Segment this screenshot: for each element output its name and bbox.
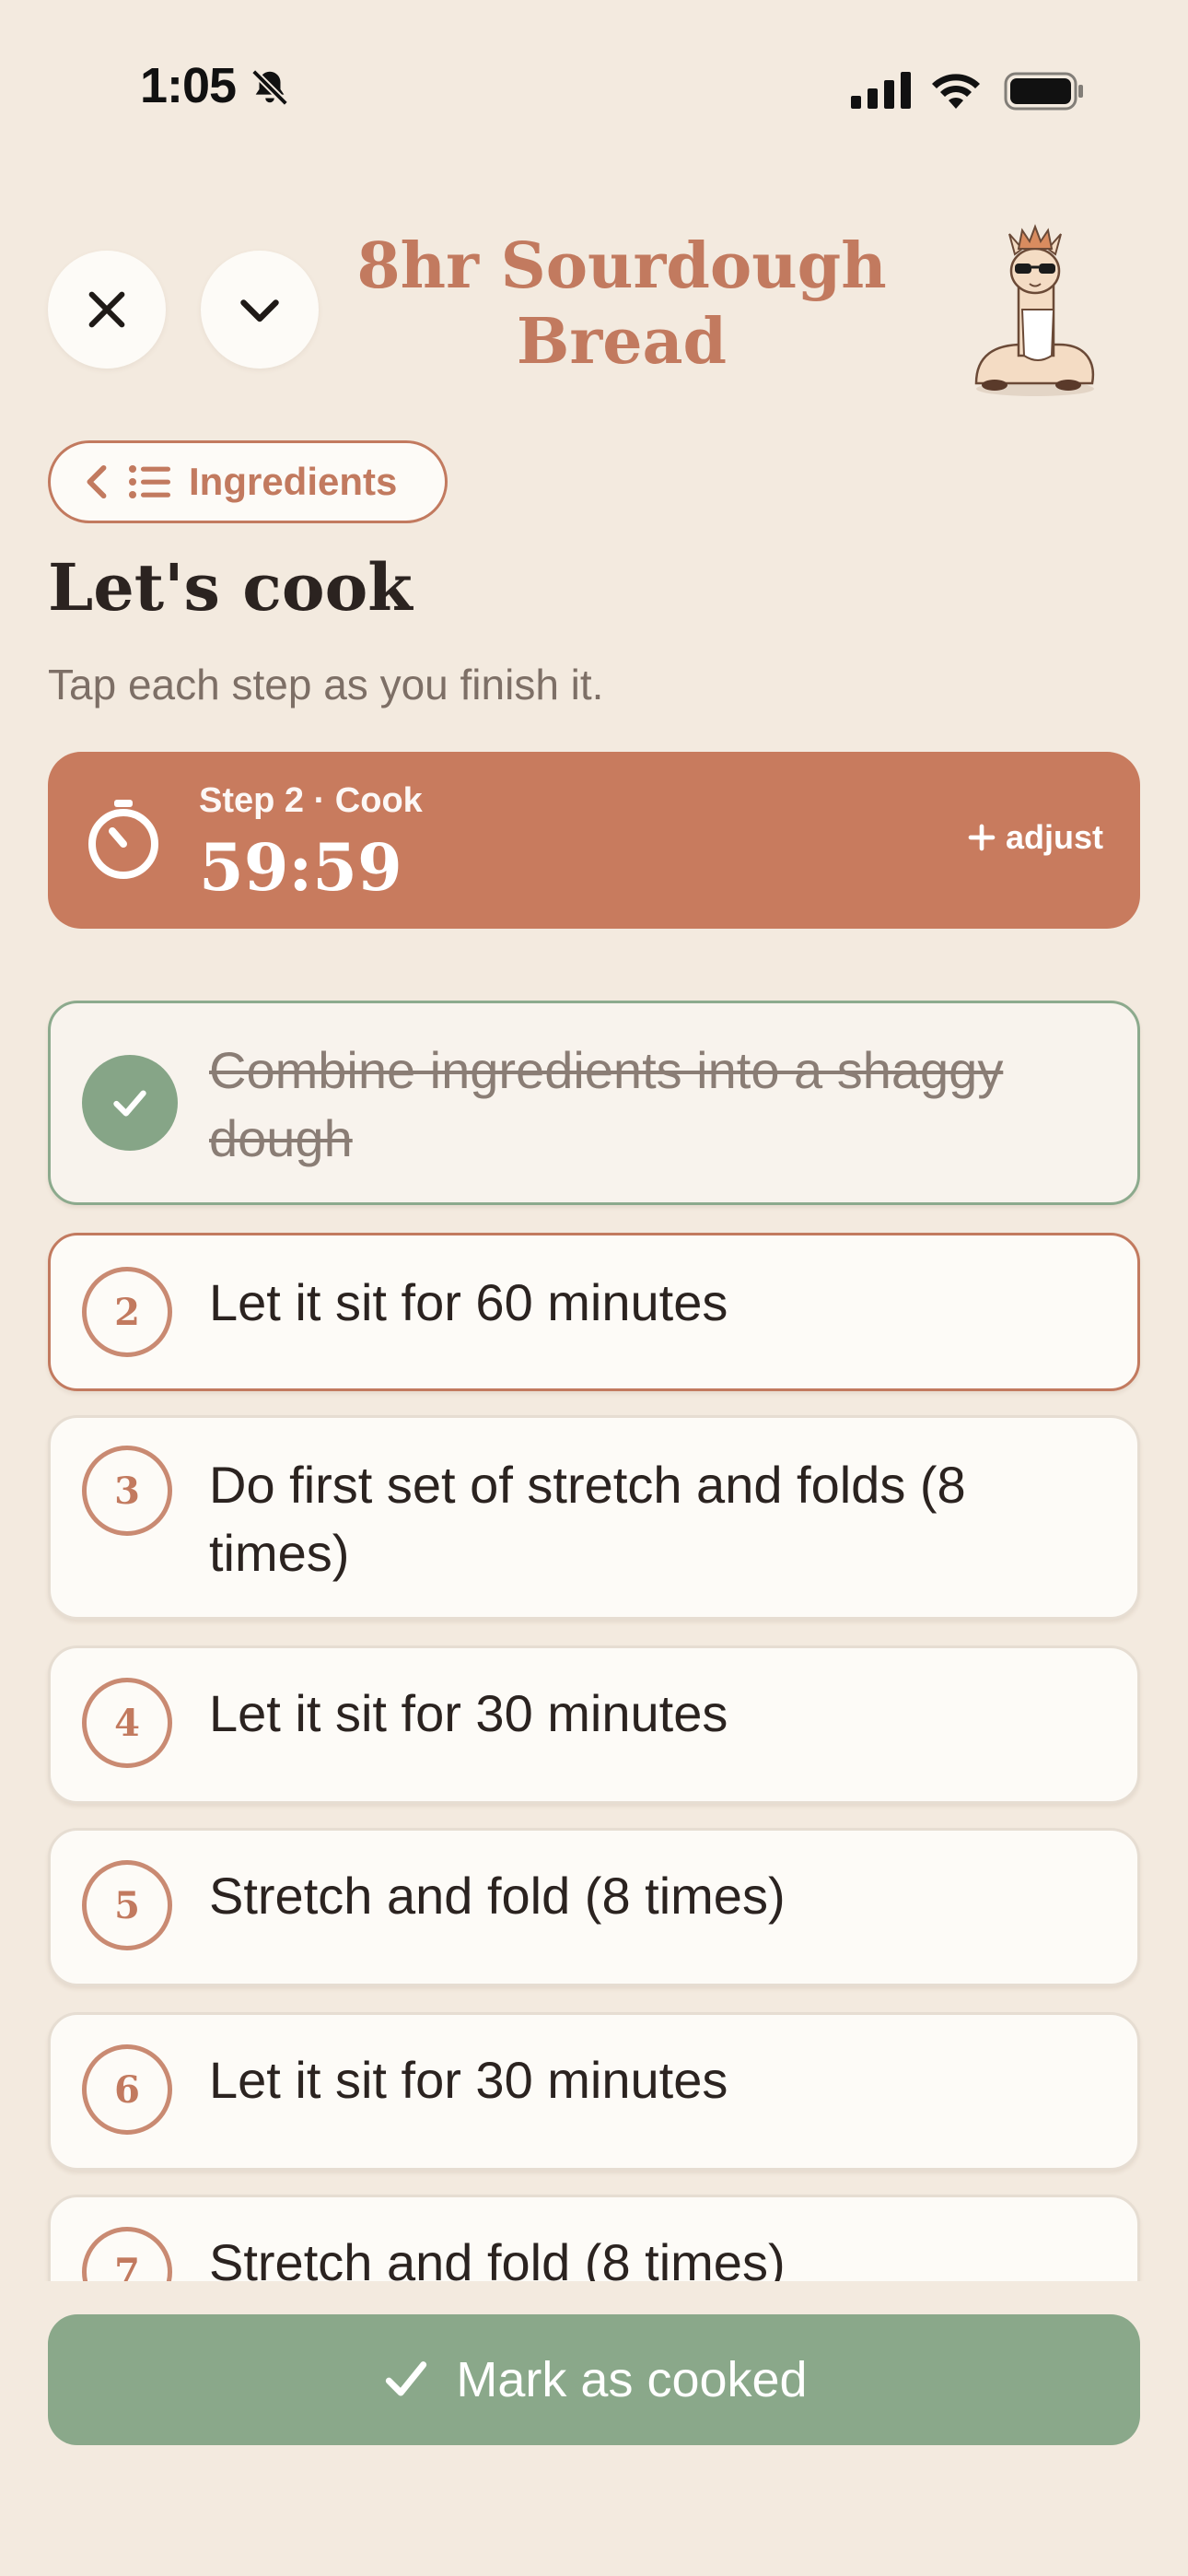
timer-icon [85, 798, 162, 885]
step-item[interactable]: 7 Stretch and fold (8 times) [48, 2195, 1140, 2281]
step-text: Let it sit for 60 minutes [209, 1273, 728, 1331]
step-text: Combine ingredients into a shaggy dough [209, 1041, 1004, 1167]
recipe-title: 8hr Sourdough Bread [356, 229, 887, 379]
close-icon [88, 291, 125, 328]
collapse-button[interactable] [201, 251, 319, 369]
mark-as-cooked-label: Mark as cooked [456, 2352, 808, 2407]
timer-step-label: Step 2 · Cook [199, 781, 423, 820]
step-item[interactable]: Combine ingredients into a shaggy dough [48, 1001, 1140, 1205]
page-subtitle: Tap each step as you finish it. [48, 661, 604, 708]
status-time: 1:05 [140, 58, 237, 113]
page-heading: Let's cook [48, 549, 413, 626]
step-text: Let it sit for 30 minutes [209, 1684, 728, 1742]
signal-icon [851, 72, 912, 113]
step-number: 3 [82, 1446, 172, 1536]
timer-adjust-label: adjust [1005, 818, 1103, 856]
step-timer-card[interactable]: Step 2 · Cook 59:59 adjust [48, 752, 1140, 929]
step-item[interactable]: 6 Let it sit for 30 minutes [48, 2012, 1140, 2171]
step-number: 7 [82, 2227, 172, 2281]
ingredients-label: Ingredients [189, 460, 398, 503]
plus-icon [968, 824, 996, 851]
check-icon [386, 2361, 427, 2396]
list-icon [129, 465, 170, 498]
step-number: 2 [82, 1267, 172, 1357]
ingredients-button[interactable]: Ingredients [48, 440, 448, 523]
close-button[interactable] [48, 251, 166, 369]
check-icon [113, 1090, 146, 1117]
step-text: Stretch and fold (8 times) [209, 2233, 786, 2281]
step-number: 6 [82, 2044, 172, 2135]
mark-as-cooked-button[interactable]: Mark as cooked [48, 2314, 1140, 2445]
step-done-badge [82, 1055, 178, 1151]
step-text: Let it sit for 30 minutes [209, 2051, 728, 2109]
battery-icon [1004, 72, 1085, 115]
step-number: 4 [82, 1678, 172, 1768]
step-number: 5 [82, 1860, 172, 1950]
step-item[interactable]: 3 Do first set of stretch and folds (8 t… [48, 1415, 1140, 1620]
step-item[interactable]: 5 Stretch and fold (8 times) [48, 1828, 1140, 1986]
status-bar: 1:05 [0, 0, 1188, 184]
steps-list[interactable]: Combine ingredients into a shaggy dough … [0, 995, 1188, 2281]
timer-adjust-button[interactable]: adjust [967, 818, 1103, 857]
step-text: Stretch and fold (8 times) [209, 1867, 786, 1925]
wifi-icon [928, 68, 984, 115]
step-item[interactable]: 2 Let it sit for 60 minutes [48, 1233, 1140, 1391]
chevron-down-icon [240, 299, 279, 322]
llama-mascot [958, 217, 1105, 406]
step-text: Do first set of stretch and folds (8 tim… [209, 1456, 966, 1582]
timer-countdown: 59:59 [199, 829, 402, 906]
bottom-action-bar: Mark as cooked [0, 2281, 1188, 2576]
chevron-left-icon [87, 464, 107, 499]
step-item[interactable]: 4 Let it sit for 30 minutes [48, 1645, 1140, 1804]
bell-slash-icon [249, 66, 291, 113]
